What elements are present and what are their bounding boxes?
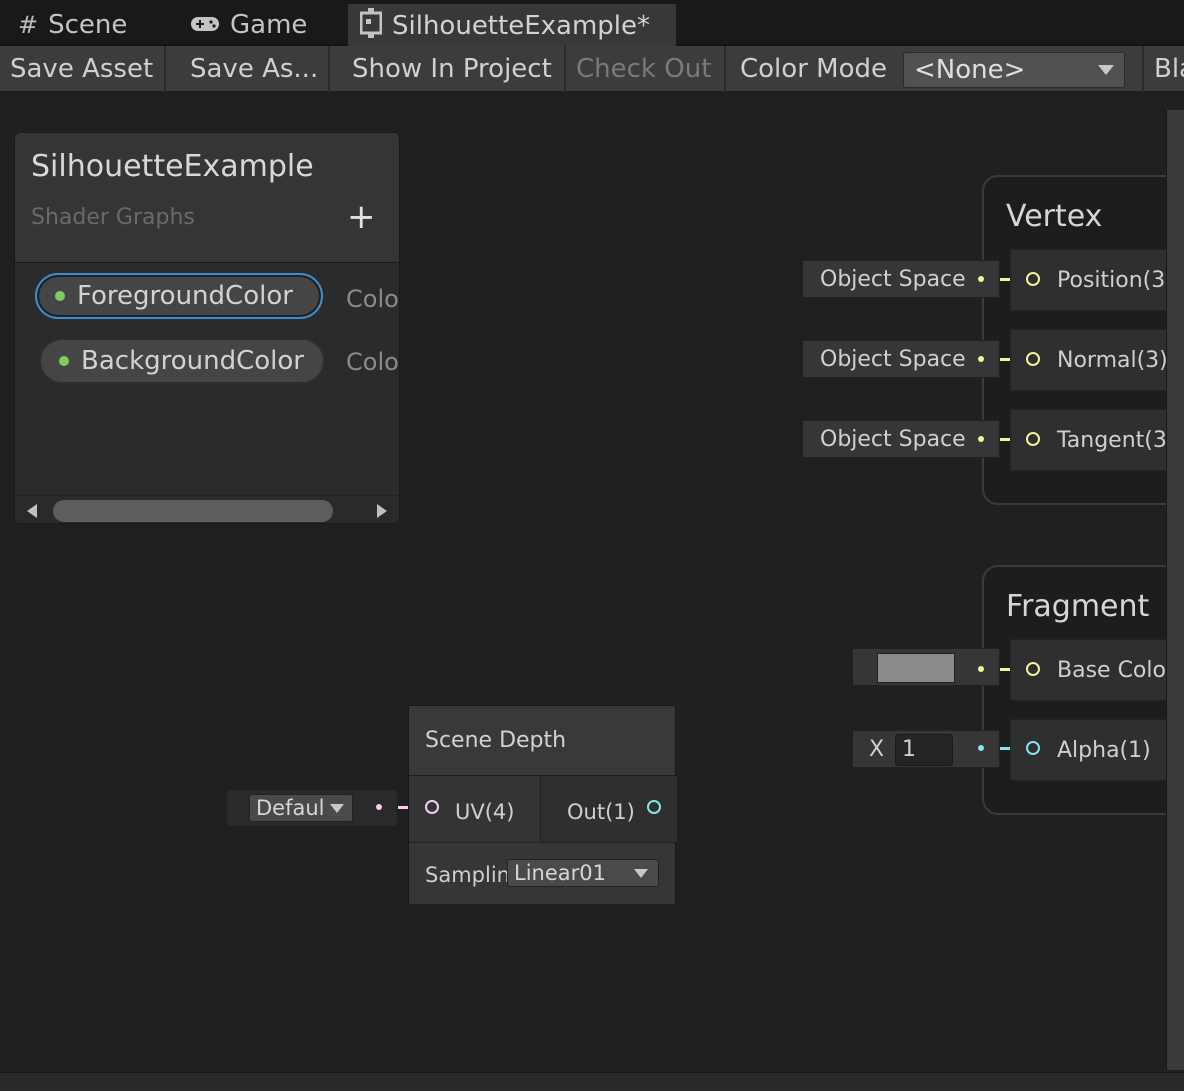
color-mode-label: Color Mode — [740, 54, 887, 84]
vertex-title: Vertex — [1006, 199, 1103, 234]
normal-space-field[interactable]: Object Space — [802, 340, 1000, 378]
property-exposed-dot — [55, 291, 65, 301]
node-header: Scene Depth — [409, 706, 675, 776]
property-foreground-color[interactable]: ForegroundColor — [35, 273, 323, 319]
color-mode-dropdown[interactable]: <None> — [903, 52, 1125, 88]
alpha-x-label: X — [869, 737, 885, 762]
scene-depth-node[interactable]: Scene Depth UV(4) Out(1) Samplin Linear0… — [408, 705, 677, 904]
port-dot — [978, 745, 984, 751]
position-space-field[interactable]: Object Space — [802, 260, 1000, 298]
blackboard-scrollbar[interactable] — [15, 495, 399, 523]
graph-toolbar: Save Asset Save As... Show In Project Ch… — [0, 46, 1184, 92]
tab-bar: # Scene Game SilhouetteExample* — [0, 0, 1184, 46]
property-exposed-dot — [59, 356, 69, 366]
property-name: BackgroundColor — [81, 346, 304, 376]
input-port[interactable] — [1026, 352, 1040, 366]
node-outputs: Out(1) — [541, 776, 677, 842]
save-as-button[interactable]: Save As... — [180, 46, 330, 92]
alpha-value-input[interactable]: 1 — [895, 734, 953, 766]
tab-scene[interactable]: # Scene — [6, 4, 139, 46]
block-alpha-label: Alpha(1) — [1057, 737, 1151, 763]
check-out-button[interactable]: Check Out — [566, 46, 726, 92]
property-background-color[interactable]: BackgroundColor — [39, 338, 325, 384]
add-property-button[interactable]: + — [347, 197, 376, 237]
chevron-down-icon — [1098, 65, 1114, 75]
input-port[interactable] — [1026, 432, 1040, 446]
property-type: Colo — [346, 348, 399, 376]
blackboard-toggle-button[interactable]: Bla — [1142, 46, 1184, 92]
chevron-down-icon — [634, 869, 648, 878]
save-asset-button[interactable]: Save Asset — [0, 46, 166, 92]
blackboard-title: SilhouetteExample — [31, 149, 314, 184]
tab-shader-graph[interactable]: SilhouetteExample* — [348, 4, 676, 46]
node-inputs: UV(4) — [409, 776, 541, 842]
grid-icon: # — [18, 11, 39, 39]
port-dot — [978, 356, 984, 362]
shader-graph-icon — [359, 8, 383, 44]
tab-game-label: Game — [230, 10, 308, 40]
show-in-project-button[interactable]: Show In Project — [342, 46, 566, 92]
node-ports: UV(4) Out(1) — [409, 776, 677, 842]
uv-default-value: Defaul — [256, 796, 325, 820]
graph-inspector-edge — [1166, 110, 1184, 1070]
blackboard-subtitle: Shader Graphs — [31, 205, 195, 230]
port-dot — [978, 666, 984, 672]
color-mode-value: <None> — [914, 55, 1026, 85]
color-swatch[interactable] — [877, 653, 955, 683]
tab-game[interactable]: Game — [178, 4, 319, 46]
input-port[interactable] — [1026, 741, 1040, 755]
uv-default-field: Defaul — [226, 789, 398, 827]
sampling-dropdown[interactable]: Linear01 — [507, 859, 659, 887]
scroll-right-icon[interactable] — [377, 504, 387, 518]
block-position-label: Position(3) — [1057, 267, 1174, 293]
tangent-space-field[interactable]: Object Space — [802, 420, 1000, 458]
tab-scene-label: Scene — [48, 10, 128, 40]
sampling-value: Linear01 — [514, 861, 606, 885]
property-name: ForegroundColor — [77, 281, 293, 311]
uv-input-port[interactable] — [425, 800, 439, 814]
block-normal-label: Normal(3) — [1057, 347, 1168, 373]
tab-shader-graph-label: SilhouetteExample* — [392, 11, 650, 41]
uv-port-label: UV(4) — [455, 800, 515, 824]
block-base-color-label: Base Color — [1057, 657, 1176, 683]
out-output-port[interactable] — [647, 800, 661, 814]
node-settings: Samplin Linear01 — [409, 842, 675, 904]
gamepad-icon — [190, 11, 220, 39]
fragment-title: Fragment — [1006, 589, 1150, 624]
input-port[interactable] — [1026, 662, 1040, 676]
input-port[interactable] — [1026, 272, 1040, 286]
port-dot — [978, 436, 984, 442]
scrollbar-thumb[interactable] — [53, 500, 333, 522]
node-title: Scene Depth — [425, 728, 567, 753]
sampling-label: Samplin — [425, 863, 510, 887]
scroll-left-icon[interactable] — [27, 504, 37, 518]
port-dot — [376, 804, 382, 810]
property-type: Colo — [346, 285, 399, 313]
port-dot — [978, 276, 984, 282]
blackboard-panel: SilhouetteExample Shader Graphs + Foregr… — [14, 132, 400, 524]
out-port-label: Out(1) — [567, 800, 635, 824]
chevron-down-icon — [330, 804, 344, 813]
uv-default-dropdown[interactable]: Defaul — [249, 794, 353, 822]
block-tangent-label: Tangent(3) — [1057, 427, 1176, 453]
status-bar — [0, 1072, 1184, 1091]
blackboard-header: SilhouetteExample Shader Graphs + — [15, 133, 399, 263]
